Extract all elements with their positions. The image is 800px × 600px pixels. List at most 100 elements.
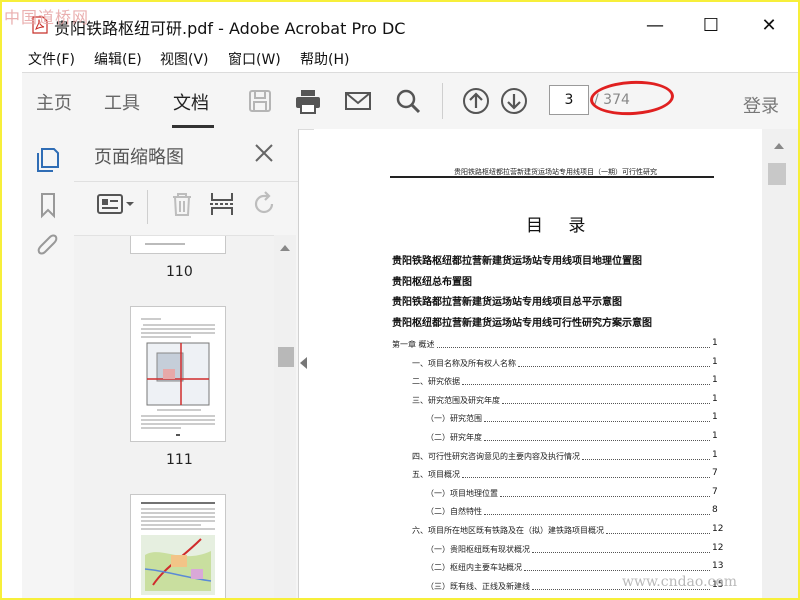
rotate-page-icon[interactable] — [250, 190, 278, 218]
page-thumbnail-label: 110 — [166, 264, 193, 280]
toc-leader-dots — [462, 384, 710, 386]
maximize-button[interactable]: ☐ — [688, 10, 734, 40]
page-thumbnails-icon[interactable] — [34, 145, 62, 173]
minimize-button[interactable]: — — [632, 10, 678, 40]
panel-tools-separator — [147, 190, 148, 224]
toc-page-number: 12 — [712, 524, 724, 534]
attachment-icon[interactable] — [34, 233, 62, 261]
title-bar: 贵阳铁路枢纽可研.pdf - Adobe Acrobat Pro DC — ☐ … — [2, 2, 798, 46]
page-up-icon[interactable] — [462, 87, 490, 115]
figure-list-item: 贵阳枢纽都拉营新建货运场站专用线可行性研究方案示意图 — [392, 318, 652, 329]
watermark-bottom: www.cndao.com — [622, 574, 738, 590]
toolbar-separator — [442, 83, 443, 119]
toc-page-number: 12 — [712, 542, 724, 553]
toc-page-number: 1 — [712, 375, 718, 386]
thumbnail-content-112 — [141, 502, 215, 595]
page-thumbnail-112[interactable] — [130, 494, 226, 598]
document-title: 目 录 — [526, 216, 596, 236]
window-title: 贵阳铁路枢纽可研.pdf - Adobe Acrobat Pro DC — [54, 19, 406, 38]
watermark-top: 中国道桥网 — [4, 8, 90, 27]
bookmark-icon[interactable] — [34, 191, 62, 219]
toc-entry[interactable]: （一）贵阳枢纽既有现状概况 — [426, 544, 530, 555]
toc-page-number: 1 — [712, 356, 718, 367]
tab-home[interactable]: 主页 — [36, 89, 72, 115]
extract-pages-icon[interactable] — [208, 190, 236, 218]
toc-entry[interactable]: 四、可行性研究咨询意见的主要内容及执行情况 — [412, 451, 580, 462]
document-page: 贵阳铁路枢纽都拉营新建货运场站专用线项目（一期）可行性研究 目 录 贵阳铁路枢纽… — [314, 129, 762, 598]
toc-leader-dots — [484, 421, 710, 423]
toc-page-number: 7 — [712, 468, 718, 479]
toc-leader-dots — [484, 440, 710, 441]
figure-list-item: 贵阳枢纽总布置图 — [392, 277, 472, 288]
scroll-up-arrow-icon[interactable] — [280, 245, 290, 251]
toc-page-number: 1 — [712, 412, 718, 423]
toc-page-number: 1 — [712, 338, 718, 348]
email-icon[interactable] — [344, 87, 372, 115]
thumbnail-content-111 — [141, 318, 215, 436]
left-navigation-rail — [22, 129, 75, 598]
thumbnail-scroll-thumb[interactable] — [278, 347, 294, 367]
doc-scroll-up-arrow-icon[interactable] — [774, 143, 784, 149]
thumbnail-list: 110 111 — [74, 235, 274, 598]
toc-entry[interactable]: （二）自然特性 — [426, 506, 482, 517]
toc-leader-dots — [462, 477, 710, 479]
menu-edit[interactable]: 编辑(E) — [94, 49, 142, 69]
thumbnail-scrollbar[interactable] — [274, 235, 296, 598]
toc-entry[interactable]: （三）既有线、正线及新建线 — [426, 581, 530, 592]
tab-document[interactable]: 文档 — [173, 89, 209, 115]
page-number-input[interactable]: 3 — [549, 85, 589, 115]
figure-list-item: 贵阳铁路枢纽都拉营新建货运场站专用线项目地理位置图 — [392, 256, 642, 267]
save-icon[interactable] — [246, 87, 274, 115]
toc-leader-dots — [582, 458, 710, 460]
toc-entry[interactable]: 二、研究依据 — [412, 376, 460, 387]
menu-view[interactable]: 视图(V) — [160, 49, 209, 69]
toc-entry[interactable]: 五、项目概况 — [412, 469, 460, 480]
highlight-ellipse — [589, 78, 675, 118]
close-window-button[interactable]: ✕ — [746, 10, 792, 40]
delete-page-icon[interactable] — [168, 190, 196, 218]
toc-page-number: 7 — [712, 486, 718, 497]
toc-entry[interactable]: （二）研究年度 — [426, 432, 482, 443]
toc-entry[interactable]: （二）枢纽内主要车站概况 — [426, 562, 522, 573]
toc-page-number: 1 — [712, 393, 718, 404]
page-down-icon[interactable] — [500, 87, 528, 115]
close-panel-icon[interactable] — [252, 141, 276, 165]
active-tab-indicator — [172, 125, 214, 128]
toc-entry[interactable]: 六、项目所在地区既有铁路及在（拟）建铁路项目概况 — [412, 525, 604, 536]
document-scroll-thumb[interactable] — [768, 163, 786, 185]
toc-entry[interactable]: 第一章 概述 — [392, 339, 435, 350]
header-rule — [390, 176, 714, 178]
figure-list-item: 贵阳铁路都拉营新建货运场站专用线项目总平示意图 — [392, 297, 622, 308]
menu-help[interactable]: 帮助(H) — [300, 49, 349, 69]
app-frame: 贵阳铁路枢纽可研.pdf - Adobe Acrobat Pro DC — ☐ … — [2, 2, 798, 598]
menu-file[interactable]: 文件(F) — [28, 49, 75, 69]
login-button[interactable]: 登录 — [743, 92, 779, 118]
toc-entry[interactable]: （一）项目地理位置 — [426, 488, 498, 499]
toc-page-number: 13 — [712, 561, 724, 572]
print-icon[interactable] — [294, 87, 322, 115]
toolbar: 主页 工具 文档 3 / 374 登录 — [22, 72, 798, 130]
menu-bar: 文件(F) 编辑(E) 视图(V) 窗口(W) 帮助(H) — [2, 46, 798, 70]
toc-leader-dots — [500, 495, 710, 497]
document-view: 贵阳铁路枢纽都拉营新建货运场站专用线项目（一期）可行性研究 目 录 贵阳铁路枢纽… — [314, 129, 762, 598]
toc-page-number: 1 — [712, 449, 718, 460]
toc-entry[interactable]: （一）研究范围 — [426, 413, 482, 424]
toc-entry[interactable]: 三、研究范围及研究年度 — [412, 395, 500, 406]
toc-entry[interactable]: 一、项目名称及所有权人名称 — [412, 358, 516, 369]
thumbnail-options-icon[interactable] — [96, 190, 136, 218]
document-scrollbar[interactable] — [762, 129, 798, 598]
page-thumbnail-111[interactable] — [130, 306, 226, 442]
toc-leader-dots — [524, 570, 710, 572]
toc-leader-dots — [606, 533, 710, 534]
toc-leader-dots — [484, 514, 710, 516]
tab-tools[interactable]: 工具 — [104, 89, 140, 115]
panel-title: 页面缩略图 — [94, 147, 184, 168]
search-icon[interactable] — [394, 87, 422, 115]
thumbnail-panel: 页面缩略图 110 111 — [74, 129, 299, 598]
toc-page-number: 1 — [712, 431, 718, 441]
menu-window[interactable]: 窗口(W) — [228, 49, 281, 69]
thumbnail-toolbar — [74, 181, 298, 234]
toc-leader-dots — [502, 402, 710, 404]
collapse-panel-arrow-icon[interactable] — [300, 357, 307, 369]
page-thumbnail-110[interactable] — [130, 236, 226, 254]
